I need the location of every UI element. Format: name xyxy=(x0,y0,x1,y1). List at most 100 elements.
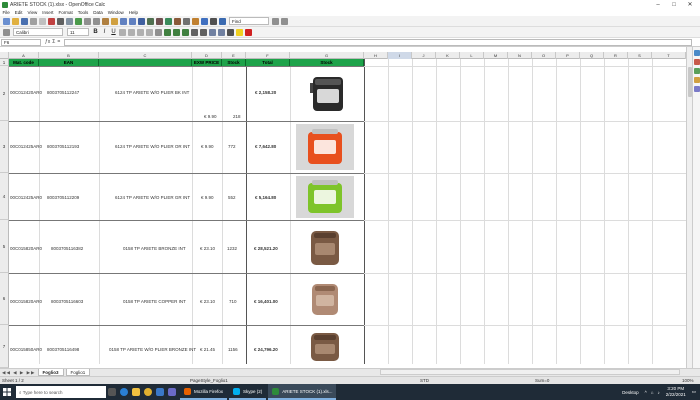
sheet-tab-foglio3[interactable]: Foglio3 xyxy=(37,369,64,376)
name-box[interactable]: F6 xyxy=(1,38,41,46)
cell-mat-code[interactable]: 00C015820AR0 xyxy=(10,246,42,251)
row-header[interactable]: 7 xyxy=(0,325,9,368)
spellcheck-icon[interactable] xyxy=(75,17,82,25)
cell-price[interactable]: € 9.90 xyxy=(201,195,214,200)
column-header[interactable]: T xyxy=(652,52,686,59)
column-header[interactable]: R xyxy=(604,52,628,59)
add-decimal-icon[interactable] xyxy=(191,28,198,36)
column-header[interactable]: J xyxy=(412,52,436,59)
find-next-icon[interactable] xyxy=(272,17,279,25)
toaster-green-image[interactable] xyxy=(296,176,354,218)
email-icon[interactable] xyxy=(30,17,37,25)
print-icon[interactable] xyxy=(57,17,64,25)
cell-total[interactable]: € 24,796.20 xyxy=(254,347,278,352)
menu-format[interactable]: Format xyxy=(56,10,75,15)
cell-price[interactable]: € 23.10 xyxy=(200,299,215,304)
cell-mat-code[interactable]: 00C015850AR0 xyxy=(10,347,42,352)
formula-input[interactable] xyxy=(64,38,692,46)
column-header[interactable]: S xyxy=(628,52,652,59)
merge-cells-icon[interactable] xyxy=(155,28,162,36)
undo-icon[interactable] xyxy=(120,17,127,25)
taskbar-search-input[interactable]: ⌕ Type here to search xyxy=(16,386,106,398)
navigator-sidebar-icon[interactable] xyxy=(693,77,700,83)
row-header[interactable]: 4 xyxy=(0,173,9,220)
toaster-bronze-2-image[interactable] xyxy=(307,329,343,363)
menu-view[interactable]: View xyxy=(25,10,40,15)
column-header[interactable]: P xyxy=(556,52,580,59)
menu-help[interactable]: Help xyxy=(126,10,140,15)
column-header[interactable]: B xyxy=(39,52,99,59)
function-wizard-icon[interactable]: ƒx xyxy=(45,39,50,45)
show-draw-functions-icon[interactable] xyxy=(174,17,181,25)
menu-data[interactable]: Data xyxy=(91,10,106,15)
column-header[interactable]: A xyxy=(9,52,39,59)
cell-price[interactable]: € 9.90 xyxy=(201,144,214,149)
find-input[interactable]: Find xyxy=(229,17,269,25)
taskbar-window-calc[interactable]: ARIETE STOCK (1).xls... xyxy=(268,384,337,400)
toaster-black-image[interactable] xyxy=(307,69,349,117)
currency-icon[interactable] xyxy=(164,28,171,36)
taskbar-window-firefox[interactable]: Mozilla Firefox xyxy=(180,384,228,400)
column-header[interactable]: D xyxy=(192,52,222,59)
sum-icon[interactable]: Σ xyxy=(52,39,55,45)
tray-chevron-icon[interactable]: ^ xyxy=(645,390,647,395)
decrease-indent-icon[interactable] xyxy=(209,28,216,36)
column-header[interactable]: E xyxy=(222,52,246,59)
volume-icon[interactable]: ♪ xyxy=(657,390,659,395)
cell-description[interactable]: 6124 TP ARIETE W/O PLIER GR INT xyxy=(115,195,190,200)
cell-ean[interactable]: 8003705112209 xyxy=(47,195,79,200)
bold-icon[interactable]: B xyxy=(92,29,99,36)
menu-file[interactable]: File xyxy=(0,10,12,15)
hyperlink-icon[interactable] xyxy=(138,17,145,25)
column-header[interactable]: L xyxy=(460,52,484,59)
column-header[interactable]: N xyxy=(508,52,532,59)
cell-total[interactable]: € 28,521.20 xyxy=(254,246,278,251)
cell-description[interactable]: 0158 TP ARIETE W/O PLIER BRONZE INT xyxy=(109,347,196,352)
number-format-icon[interactable] xyxy=(182,28,189,36)
row-header[interactable]: 3 xyxy=(0,121,9,173)
export-pdf-icon[interactable] xyxy=(48,17,55,25)
save-icon[interactable] xyxy=(21,17,28,25)
cell-ean[interactable]: 8003705116603 xyxy=(51,299,83,304)
column-header[interactable]: H xyxy=(364,52,388,59)
font-color-icon[interactable] xyxy=(245,28,252,36)
mail-icon[interactable] xyxy=(154,384,166,400)
cell-total[interactable]: € 5,164.80 xyxy=(255,195,276,200)
cell-price[interactable]: € 9.90 xyxy=(204,114,217,119)
maximize-button[interactable]: □ xyxy=(666,0,682,9)
cell-stock[interactable]: 1156 xyxy=(228,347,238,352)
spreadsheet-grid[interactable]: Mat. code EAN EXW PRICE Stock Total Stoc… xyxy=(9,59,686,364)
cell-stock[interactable]: 218 xyxy=(233,114,241,119)
column-header[interactable]: Q xyxy=(580,52,604,59)
align-left-icon[interactable] xyxy=(119,28,126,36)
chrome-icon[interactable] xyxy=(142,384,154,400)
align-center-icon[interactable] xyxy=(128,28,135,36)
underline-icon[interactable]: U xyxy=(110,29,117,36)
notifications-icon[interactable]: ▭ xyxy=(692,389,696,395)
column-header[interactable]: G xyxy=(290,52,364,59)
cell-total[interactable]: € 2,158.20 xyxy=(255,90,276,95)
row-header[interactable]: 5 xyxy=(0,220,9,273)
cut-icon[interactable] xyxy=(84,17,91,25)
font-name-select[interactable]: Calibri xyxy=(13,28,63,36)
toaster-copper-image[interactable] xyxy=(307,279,343,319)
justify-icon[interactable] xyxy=(146,28,153,36)
cell-ean[interactable]: 8003705112247 xyxy=(47,90,79,95)
edge-icon[interactable] xyxy=(118,384,130,400)
cell-mat-code[interactable]: 00C012425AR0 xyxy=(10,195,42,200)
column-header[interactable]: K xyxy=(436,52,460,59)
horizontal-scrollbar[interactable] xyxy=(380,369,680,375)
cell-stock[interactable]: 1232 xyxy=(227,246,237,251)
minimize-button[interactable]: – xyxy=(650,0,666,9)
align-right-icon[interactable] xyxy=(137,28,144,36)
sheet-tab-foglio1[interactable]: Foglio1 xyxy=(65,369,91,376)
gallery-icon[interactable] xyxy=(201,17,208,25)
zoom-icon[interactable] xyxy=(210,17,217,25)
new-document-icon[interactable] xyxy=(3,17,10,25)
navigator-icon[interactable] xyxy=(192,17,199,25)
row-header[interactable]: 6 xyxy=(0,273,9,325)
cell-total[interactable]: € 16,401.00 xyxy=(254,299,278,304)
insert-chart-icon[interactable] xyxy=(165,17,172,25)
task-view-icon[interactable] xyxy=(106,384,118,400)
cell-ean[interactable]: 8003705116498 xyxy=(47,347,79,352)
